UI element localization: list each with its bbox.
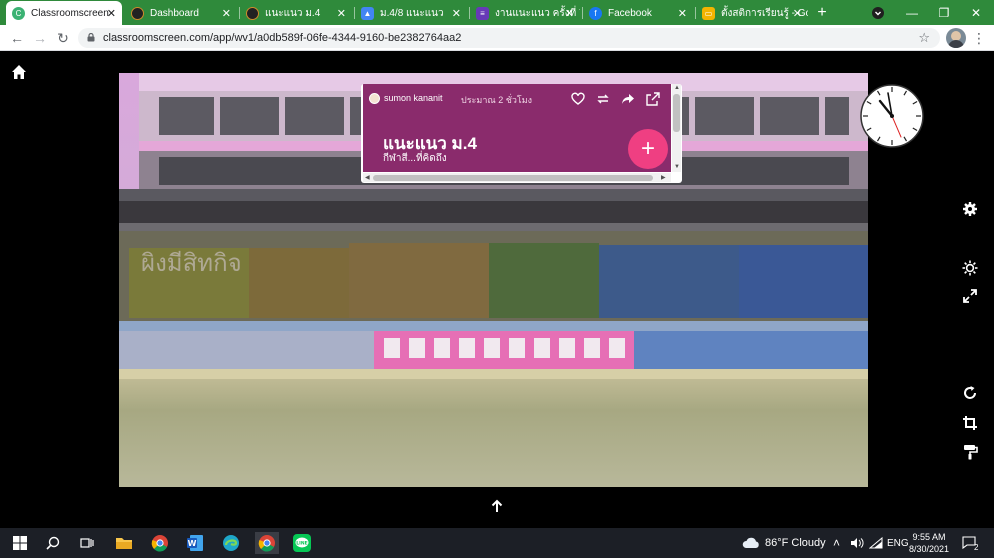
chrome-taskbar-icon[interactable]: [149, 532, 171, 554]
close-window-icon[interactable]: ✕: [962, 0, 990, 25]
line-app-icon[interactable]: LINE: [291, 532, 313, 554]
scroll-left-arrow-icon[interactable]: ◀: [365, 174, 370, 181]
padlet-icon: [246, 6, 259, 20]
close-tab-icon[interactable]: ✕: [793, 7, 802, 20]
close-tab-icon[interactable]: ✕: [565, 7, 574, 20]
close-tab-icon[interactable]: ✕: [678, 7, 687, 20]
author-name: sumon kananit: [384, 93, 443, 103]
tab-facebook[interactable]: f Facebook ✕: [583, 1, 693, 25]
tab-classroom[interactable]: ▲ ม.4/8 แนะแนว ✕: [355, 1, 467, 25]
author-avatar: [369, 93, 380, 104]
svg-text:LINE: LINE: [296, 541, 307, 547]
forms-icon: ≡: [476, 6, 489, 20]
tab-forms[interactable]: ≡ งานแนะแนว ครั้งที่ 7 ✕: [470, 1, 580, 25]
close-tab-icon[interactable]: ✕: [107, 7, 116, 20]
cloud-icon: [742, 537, 759, 548]
weather-widget[interactable]: 86°F Cloudy: [742, 528, 826, 558]
new-tab-button[interactable]: +: [810, 1, 834, 25]
windows-taskbar: W LINE 86°F Cloudy ˄ ENG 9:55 AM 8/30/20…: [0, 528, 994, 558]
tab-dashboard[interactable]: Dashboard ✕: [125, 1, 237, 25]
facebook-icon: f: [589, 6, 602, 20]
show-hidden-icons-chevron-icon[interactable]: ˄: [833, 528, 840, 558]
restore-icon[interactable]: ❐: [930, 0, 958, 25]
analog-clock-widget[interactable]: [860, 84, 924, 148]
add-post-button[interactable]: +: [628, 129, 668, 169]
forward-arrow-icon[interactable]: →: [31, 29, 49, 47]
notification-center-icon[interactable]: 2: [962, 528, 982, 558]
lock-icon: [87, 33, 95, 42]
open-external-icon[interactable]: [646, 92, 660, 106]
tab-title: Classroomscreen: [31, 7, 109, 19]
padlet-subtitle: กีฬาสี...ที่คิดถึง: [383, 153, 447, 164]
profile-avatar[interactable]: [946, 28, 966, 48]
slides-icon: ▭: [702, 6, 715, 20]
fullscreen-icon[interactable]: [962, 288, 978, 304]
tab-slides[interactable]: ▭ ตั้งสติการเรียนรู้ - Go ✕: [696, 1, 808, 25]
post-time: ประมาณ 2 ชั่วโมง: [461, 95, 533, 105]
tab-title: Facebook: [608, 7, 652, 19]
scroll-down-arrow-icon[interactable]: ▼: [674, 164, 680, 170]
classroomscreen-icon: C: [12, 6, 25, 20]
padlet-header: sumon kananit ประมาณ 2 ชั่วโมง แนะแนว ม.…: [363, 84, 671, 172]
clock-time: 9:55 AM: [912, 532, 946, 542]
windows-start-icon[interactable]: [9, 532, 31, 554]
brightness-icon[interactable]: [962, 260, 978, 276]
url-text: classroomscreen.com/app/wv1/a0db589f-06f…: [103, 32, 462, 44]
padlet-embed-card[interactable]: sumon kananit ประมาณ 2 ชั่วโมง แนะแนว ม.…: [361, 84, 682, 183]
kebab-menu-icon[interactable]: ⋮: [970, 29, 988, 47]
up-arrow-icon[interactable]: [489, 498, 505, 514]
network-icon[interactable]: [869, 528, 883, 558]
crop-icon[interactable]: [962, 415, 978, 431]
tab-search-icon[interactable]: [864, 0, 892, 25]
add-post-label: +: [640, 135, 655, 162]
close-tab-icon[interactable]: ✕: [452, 7, 461, 20]
classroom-icon: ▲: [361, 6, 374, 20]
chrome-active-icon[interactable]: [255, 532, 279, 554]
clock-date: 8/30/2021: [908, 544, 950, 554]
scroll-right-arrow-icon[interactable]: ▶: [661, 174, 666, 181]
address-bar[interactable]: classroomscreen.com/app/wv1/a0db589f-06f…: [78, 28, 940, 48]
classroomscreen-stage: ผิงมีสิทกิจ sumon kananit ประมาณ 2 ชั่วโ…: [0, 52, 994, 528]
word-icon[interactable]: W: [184, 532, 206, 554]
close-tab-icon[interactable]: ✕: [222, 7, 231, 20]
share-icon[interactable]: [621, 92, 635, 106]
svg-text:ผิงมีสิทกิจ: ผิงมีสิทกิจ: [141, 249, 242, 277]
new-tab-label: +: [817, 4, 827, 21]
rotate-icon[interactable]: [962, 385, 978, 401]
tab-title: แนะแนว ม.4: [265, 7, 321, 19]
file-explorer-icon[interactable]: [113, 532, 135, 554]
weather-text: 86°F Cloudy: [765, 537, 826, 549]
tab-padlet[interactable]: แนะแนว ม.4 ✕: [240, 1, 352, 25]
edge-icon[interactable]: [220, 532, 242, 554]
back-arrow-icon[interactable]: ←: [8, 29, 26, 47]
speaker-icon[interactable]: [850, 528, 864, 558]
remix-icon[interactable]: [596, 92, 610, 106]
dashboard-icon: [131, 6, 144, 20]
tab-title: Dashboard: [150, 7, 199, 19]
tab-classroomscreen[interactable]: C Classroomscreen ✕: [6, 1, 122, 25]
reload-icon[interactable]: ↻: [54, 29, 72, 47]
browser-tab-strip: C Classroomscreen ✕ Dashboard ✕ แนะแนว ม…: [0, 0, 994, 25]
horizontal-scroll-thumb[interactable]: [373, 175, 653, 181]
browser-toolbar: ← → ↻ classroomscreen.com/app/wv1/a0db58…: [0, 25, 994, 51]
minimize-icon[interactable]: —: [898, 0, 926, 25]
gear-icon[interactable]: [962, 201, 978, 217]
search-icon[interactable]: [42, 532, 64, 554]
close-tab-icon[interactable]: ✕: [337, 7, 346, 20]
vertical-scroll-thumb[interactable]: [673, 94, 680, 132]
taskbar-clock[interactable]: 9:55 AM 8/30/2021: [898, 531, 960, 555]
home-icon[interactable]: [11, 64, 27, 80]
svg-text:W: W: [188, 539, 197, 548]
paint-roller-icon[interactable]: [962, 444, 978, 460]
bookmark-star-icon[interactable]: ☆: [918, 30, 930, 46]
scroll-up-arrow-icon[interactable]: ▲: [674, 85, 680, 91]
task-view-icon[interactable]: [76, 532, 98, 554]
heart-icon[interactable]: [571, 92, 585, 106]
tab-title: ม.4/8 แนะแนว: [380, 7, 444, 19]
notification-count: 2: [974, 542, 979, 552]
